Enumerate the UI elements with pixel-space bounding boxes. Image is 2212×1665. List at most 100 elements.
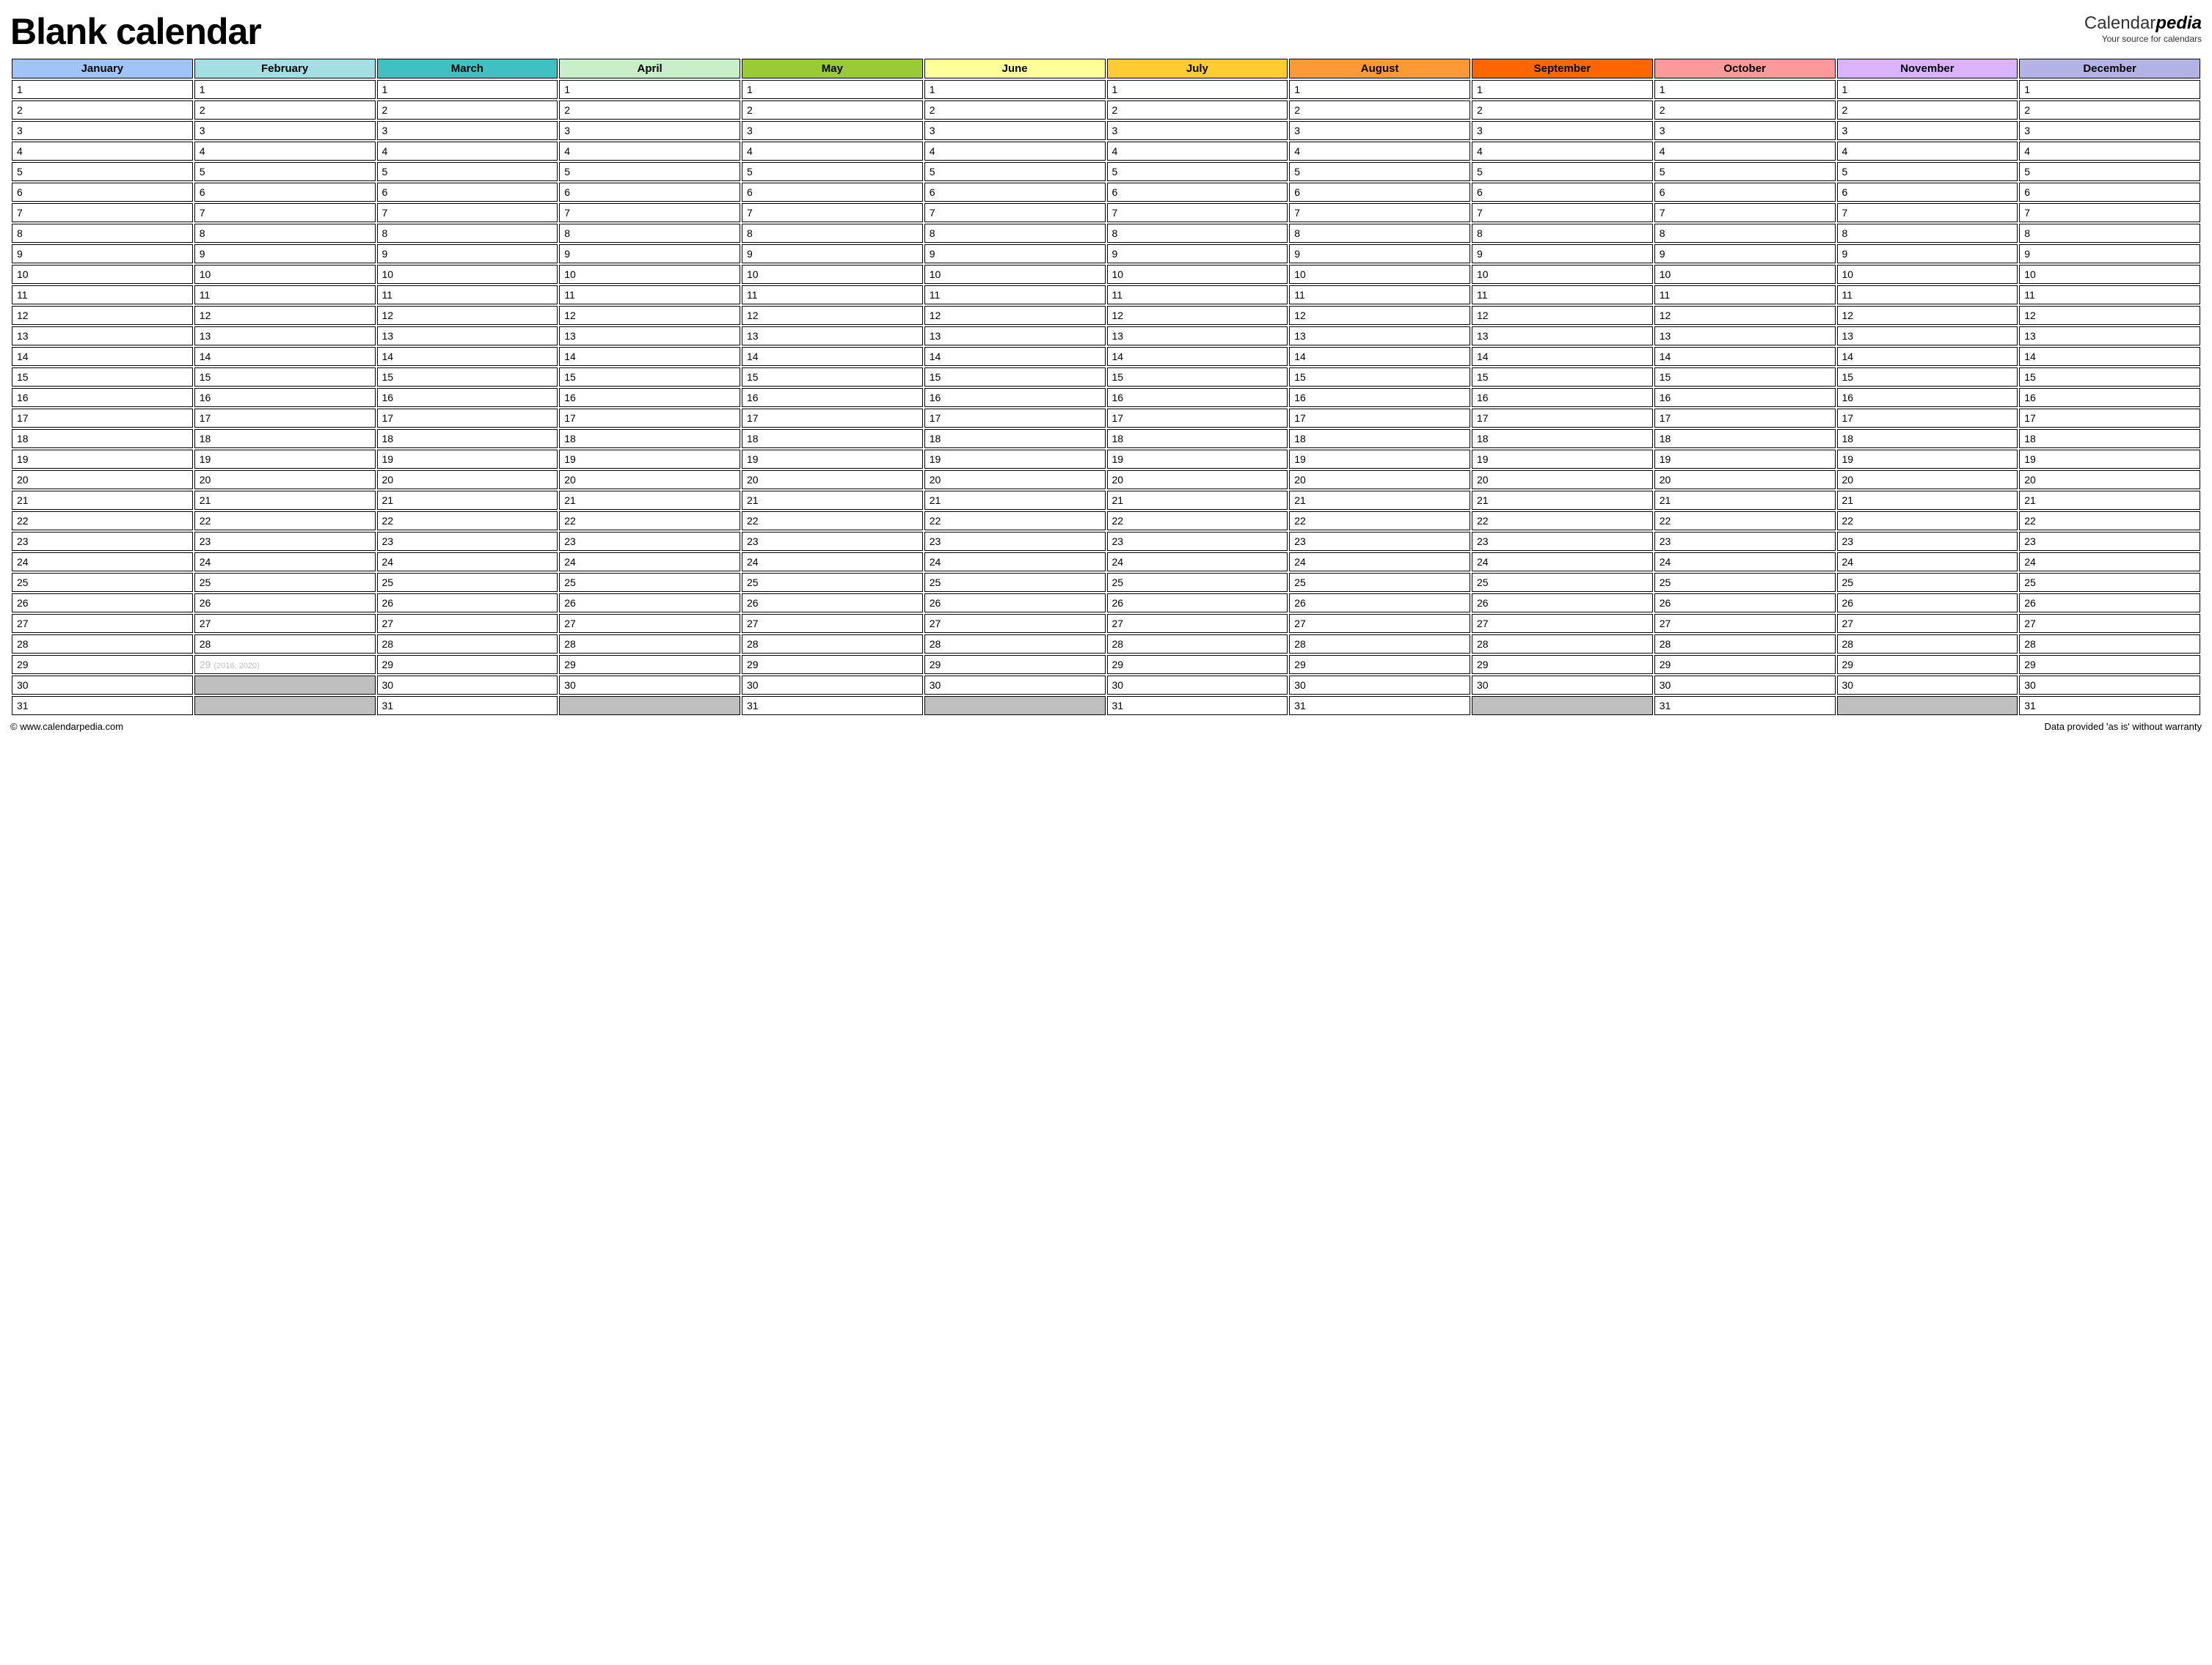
day-cell: 13 (1107, 326, 1288, 345)
day-cell: 25 (377, 573, 558, 592)
day-row: 161616161616161616161616 (12, 388, 2200, 407)
day-cell: 25 (12, 573, 193, 592)
day-cell: 11 (377, 285, 558, 304)
day-cell: 1 (559, 80, 740, 99)
day-cell: 26 (377, 593, 558, 612)
day-cell: 30 (742, 676, 923, 695)
day-cell: 12 (2019, 306, 2200, 325)
day-cell: 6 (1289, 183, 1470, 202)
day-cell: 21 (2019, 491, 2200, 510)
day-cell: 20 (12, 470, 193, 489)
day-cell: 18 (194, 429, 376, 448)
day-cell: 19 (1654, 450, 1836, 469)
day-cell: 5 (1472, 162, 1653, 181)
day-cell: 3 (924, 121, 1106, 140)
day-cell: 12 (1472, 306, 1653, 325)
day-cell: 12 (194, 306, 376, 325)
day-cell: 3 (1107, 121, 1288, 140)
day-cell: 5 (559, 162, 740, 181)
day-row: 171717171717171717171717 (12, 409, 2200, 428)
day-cell: 26 (1107, 593, 1288, 612)
day-cell (1837, 696, 2018, 715)
day-row: 30 30303030303030303030 (12, 676, 2200, 695)
day-cell: 21 (12, 491, 193, 510)
page-title: Blank calendar (10, 10, 261, 53)
month-header-july: July (1107, 59, 1288, 78)
day-cell: 5 (1837, 162, 2018, 181)
day-cell: 11 (1472, 285, 1653, 304)
day-cell: 8 (742, 224, 923, 243)
day-cell: 29 (559, 655, 740, 674)
day-cell: 24 (2019, 552, 2200, 571)
day-cell: 31 (12, 696, 193, 715)
day-cell: 9 (559, 244, 740, 263)
day-cell: 15 (1289, 367, 1470, 387)
day-cell: 11 (1289, 285, 1470, 304)
day-cell: 1 (2019, 80, 2200, 99)
day-cell: 23 (194, 532, 376, 551)
month-header-may: May (742, 59, 923, 78)
day-cell: 3 (1472, 121, 1653, 140)
day-cell: 8 (377, 224, 558, 243)
day-cell: 15 (1107, 367, 1288, 387)
day-cell: 10 (1107, 265, 1288, 284)
day-cell: 14 (12, 347, 193, 366)
day-cell: 4 (742, 142, 923, 161)
day-cell: 24 (12, 552, 193, 571)
day-cell: 12 (1837, 306, 2018, 325)
day-cell: 14 (377, 347, 558, 366)
month-header-february: February (194, 59, 376, 78)
month-header-september: September (1472, 59, 1653, 78)
day-row: 191919191919191919191919 (12, 450, 2200, 469)
day-cell: 26 (1654, 593, 1836, 612)
day-cell: 22 (559, 511, 740, 530)
day-cell: 5 (924, 162, 1106, 181)
day-cell: 1 (1107, 80, 1288, 99)
day-row: 121212121212121212121212 (12, 306, 2200, 325)
day-cell: 22 (1654, 511, 1836, 530)
day-cell: 29 (742, 655, 923, 674)
day-cell: 20 (559, 470, 740, 489)
day-cell: 14 (1289, 347, 1470, 366)
day-cell: 19 (1107, 450, 1288, 469)
day-cell: 22 (1289, 511, 1470, 530)
day-cell: 30 (559, 676, 740, 695)
day-cell: 8 (1837, 224, 2018, 243)
day-cell: 16 (559, 388, 740, 407)
day-row: 101010101010101010101010 (12, 265, 2200, 284)
day-row: 202020202020202020202020 (12, 470, 2200, 489)
day-cell: 2 (1472, 100, 1653, 120)
day-cell: 18 (924, 429, 1106, 448)
day-cell: 28 (742, 634, 923, 654)
day-cell: 23 (742, 532, 923, 551)
day-cell: 11 (1107, 285, 1288, 304)
day-cell: 22 (1472, 511, 1653, 530)
day-cell: 7 (1107, 203, 1288, 222)
day-cell: 24 (1654, 552, 1836, 571)
day-cell: 8 (1472, 224, 1653, 243)
day-cell: 21 (194, 491, 376, 510)
day-cell: 1 (12, 80, 193, 99)
month-header-march: March (377, 59, 558, 78)
day-cell: 20 (1289, 470, 1470, 489)
day-cell: 2 (2019, 100, 2200, 120)
day-cell: 12 (12, 306, 193, 325)
day-cell: 6 (12, 183, 193, 202)
brand-prefix: Calendar (2084, 13, 2156, 33)
day-cell: 30 (1472, 676, 1653, 695)
day-cell: 6 (377, 183, 558, 202)
day-cell: 1 (1837, 80, 2018, 99)
month-header-november: November (1837, 59, 2018, 78)
day-row: 232323232323232323232323 (12, 532, 2200, 551)
day-cell: 27 (377, 614, 558, 633)
day-cell: 31 (2019, 696, 2200, 715)
day-cell: 2 (1837, 100, 2018, 120)
day-cell: 1 (194, 80, 376, 99)
day-cell: 23 (1289, 532, 1470, 551)
day-cell: 6 (2019, 183, 2200, 202)
day-cell: 10 (1654, 265, 1836, 284)
day-cell: 7 (924, 203, 1106, 222)
day-cell: 1 (1289, 80, 1470, 99)
day-cell: 17 (1837, 409, 2018, 428)
day-cell: 27 (1472, 614, 1653, 633)
